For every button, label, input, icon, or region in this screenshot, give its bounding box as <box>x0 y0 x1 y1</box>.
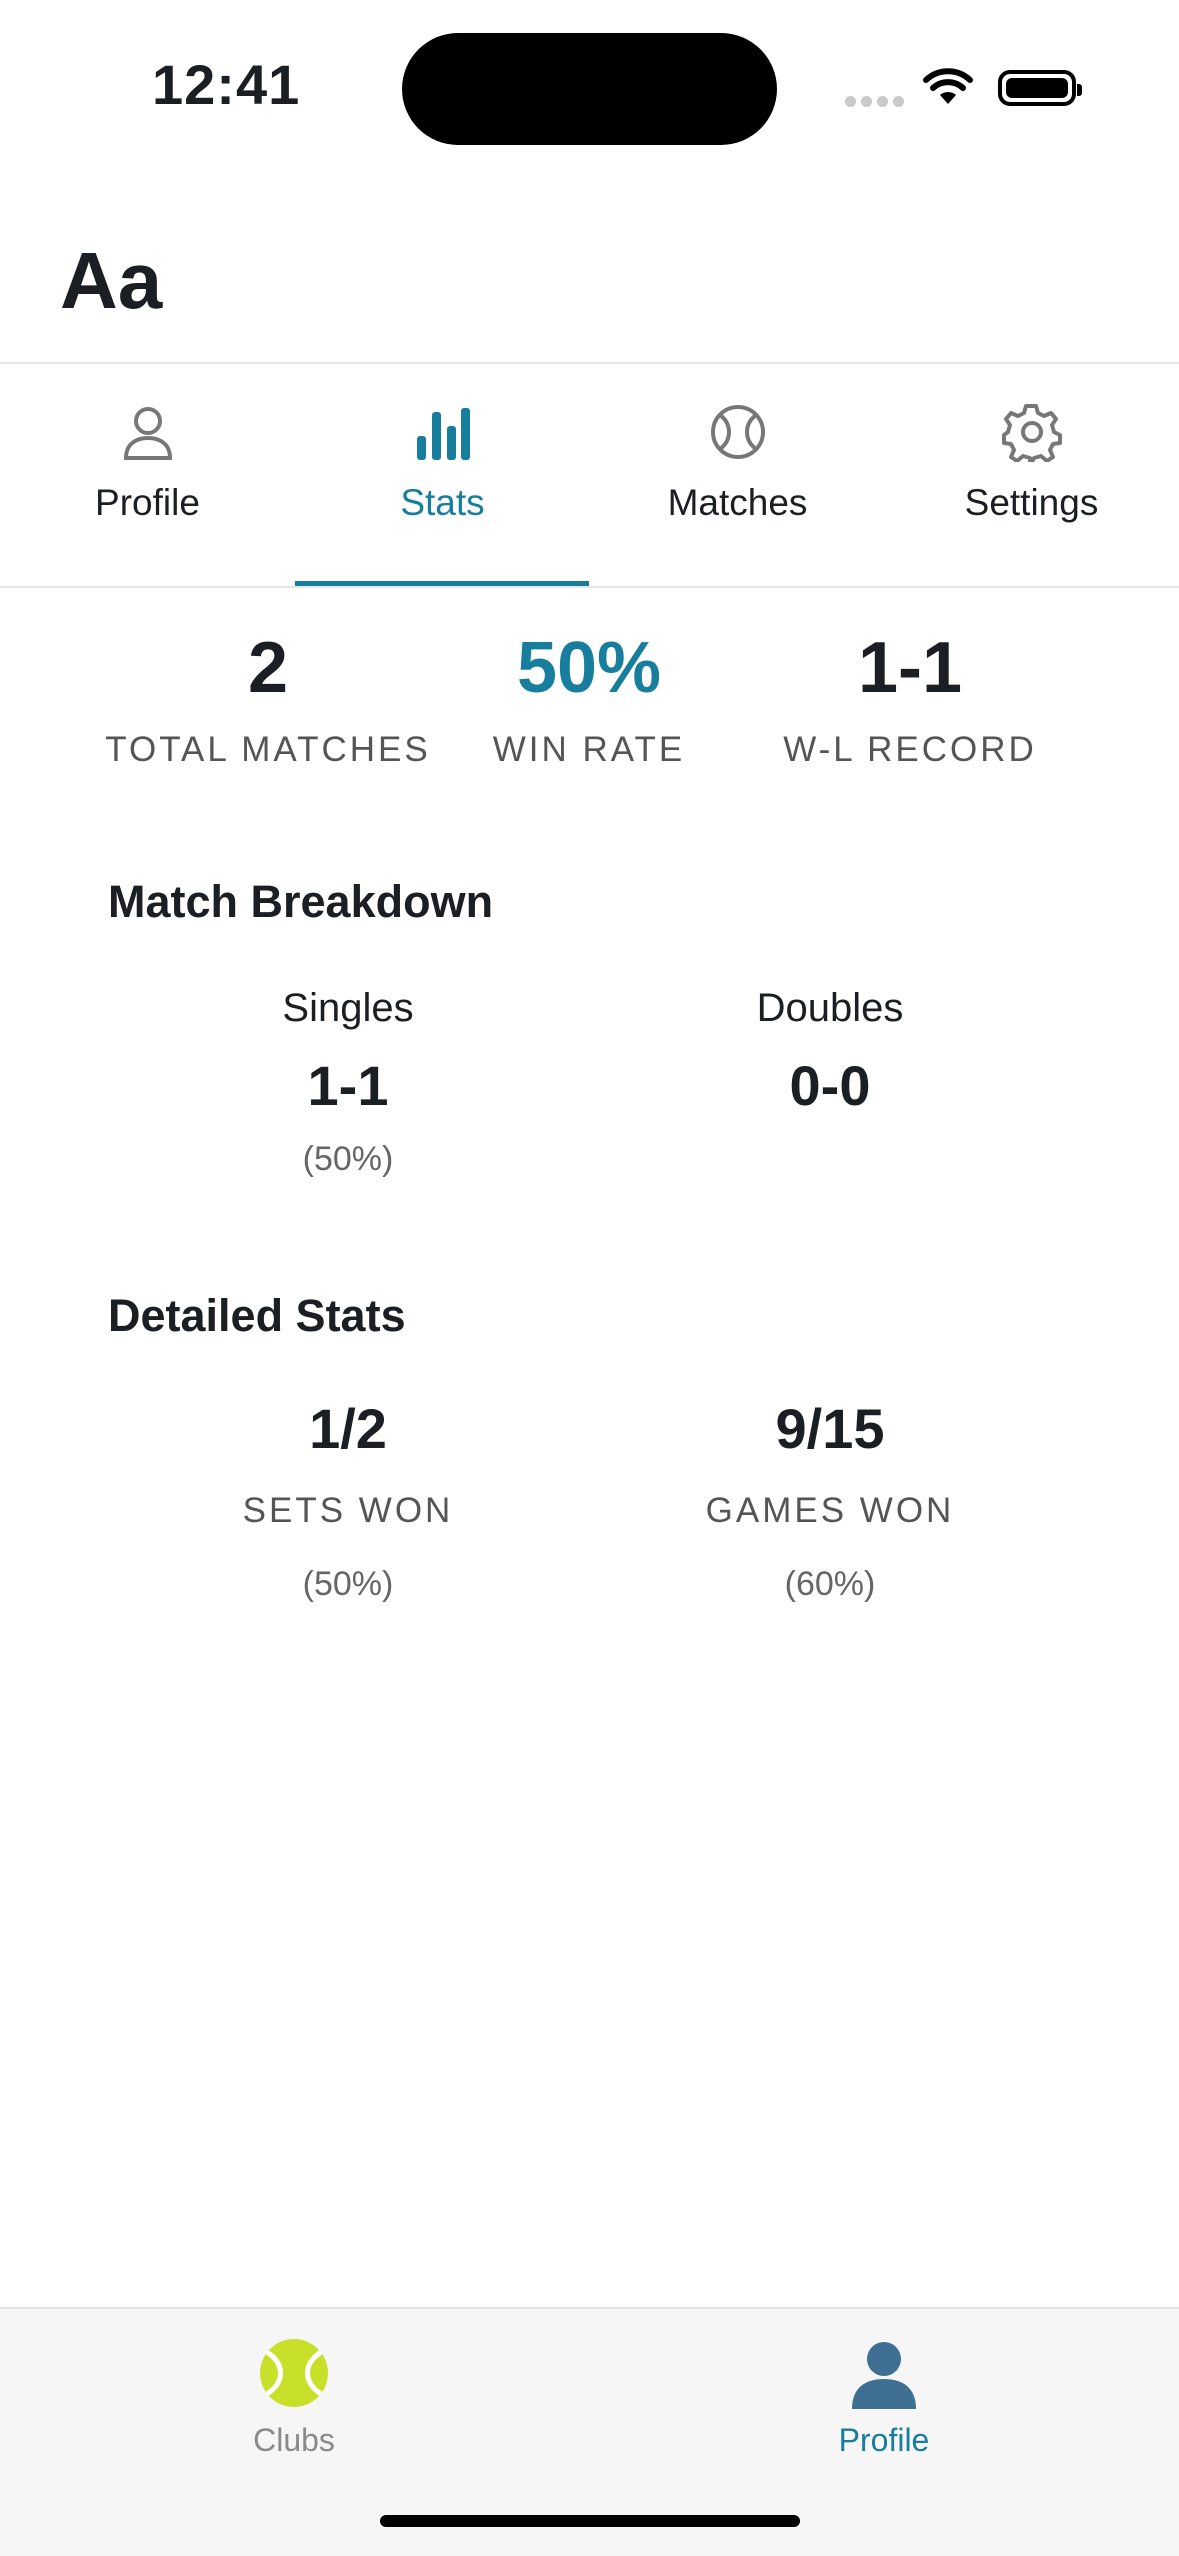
stat-value: 2 <box>247 628 289 708</box>
tab-label: Profile <box>95 482 200 523</box>
doubles-label: Doubles <box>756 986 904 1030</box>
tab-stats[interactable]: Stats <box>295 396 590 524</box>
stat-caption: W-L RECORD <box>783 730 1037 769</box>
match-breakdown-title: Match Breakdown <box>108 876 494 927</box>
games-won-caption: GAMES WON <box>705 1491 955 1530</box>
doubles-record: 0-0 <box>789 1054 871 1117</box>
games-won-percent: (60%) <box>784 1565 876 1603</box>
singles-label: Singles <box>282 986 414 1030</box>
stat-value: 1-1 <box>857 628 963 708</box>
stat-caption: WIN RATE <box>492 730 686 769</box>
games-won-value: 9/15 <box>775 1397 885 1460</box>
bar-chart-icon <box>295 396 590 468</box>
detailed-stats-title: Detailed Stats <box>108 1290 406 1341</box>
tab-matches[interactable]: Matches <box>590 396 885 524</box>
wl-record-stat: 1-1 W-L RECORD <box>745 628 1075 770</box>
tab-label: Settings <box>964 482 1099 523</box>
home-indicator <box>380 2515 800 2527</box>
sets-won-caption: SETS WON <box>242 1491 454 1530</box>
gear-icon <box>884 396 1179 468</box>
tab-label: Matches <box>667 482 808 523</box>
tab-settings[interactable]: Settings <box>884 396 1179 524</box>
cellular-signal-icon <box>845 94 909 112</box>
bottom-tab-label: Clubs <box>253 2422 335 2458</box>
tennis-ball-icon <box>134 2328 454 2418</box>
status-time: 12:41 <box>152 53 301 116</box>
win-rate-stat: 50% WIN RATE <box>424 628 754 770</box>
singles-percent: (50%) <box>302 1140 394 1178</box>
page-title: Aa <box>60 236 163 325</box>
doubles-stat: Doubles 0-0 <box>630 986 1030 1118</box>
person-silhouette-icon <box>724 2328 1044 2418</box>
stat-value: 50% <box>516 628 662 708</box>
dynamic-island <box>402 33 777 145</box>
bottom-tab-clubs[interactable]: Clubs <box>134 2328 454 2459</box>
person-icon <box>0 396 295 468</box>
sets-won-value: 1/2 <box>309 1397 387 1460</box>
sets-won-stat: 1/2 SETS WON (50%) <box>148 1396 548 1604</box>
battery-icon <box>998 70 1082 106</box>
tab-profile[interactable]: Profile <box>0 396 295 524</box>
divider <box>0 362 1179 364</box>
tennis-ball-icon <box>590 396 885 468</box>
wifi-icon <box>922 66 974 111</box>
games-won-stat: 9/15 GAMES WON (60%) <box>630 1396 1030 1604</box>
stat-caption: TOTAL MATCHES <box>105 730 431 769</box>
divider <box>0 586 1179 588</box>
singles-record: 1-1 <box>307 1054 389 1117</box>
tab-label: Stats <box>400 482 485 523</box>
bottom-tab-label: Profile <box>838 2422 930 2458</box>
total-matches-stat: 2 TOTAL MATCHES <box>103 628 433 770</box>
singles-stat: Singles 1-1 (50%) <box>148 986 548 1179</box>
sets-won-percent: (50%) <box>302 1565 394 1603</box>
bottom-tab-profile[interactable]: Profile <box>724 2328 1044 2459</box>
